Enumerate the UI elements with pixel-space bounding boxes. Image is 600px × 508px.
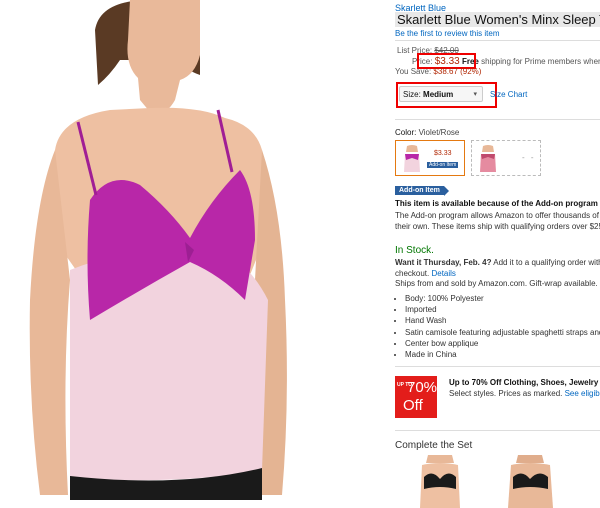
promo-logo[interactable]: UP TO 70% Off: [395, 376, 437, 418]
product-image[interactable]: [0, 0, 305, 500]
swatch-price: $3.33: [434, 150, 452, 157]
addon-heading: This item is available because of the Ad…: [395, 199, 598, 208]
swatch-unavailable: - -: [522, 153, 536, 162]
addon-item-badge: Add-on Item: [395, 186, 449, 196]
complete-set-title: Complete the Set: [395, 440, 473, 451]
ships-from: Ships from and sold by Amazon.com. Gift-…: [395, 279, 598, 288]
feature-item: Body: 100% Polyester: [405, 293, 600, 304]
promo-heading[interactable]: Up to 70% Off Clothing, Shoes, Jewelry &…: [449, 378, 600, 387]
delivery-info: Want it Thursday, Feb. 4? Add it to a qu…: [395, 257, 600, 279]
complete-set-item-2[interactable]: [508, 455, 553, 508]
size-label: Size:: [403, 90, 421, 99]
divider: [395, 430, 600, 431]
divider: [395, 40, 600, 41]
promo-logo-percent: 70%: [407, 379, 438, 396]
swatch-thumbnail: [478, 144, 498, 173]
feature-item: Imported: [405, 304, 600, 315]
feature-item: Satin camisole featuring adjustable spag…: [405, 327, 600, 338]
swatch-thumbnail: [401, 144, 423, 173]
color-label: Color:: [395, 128, 417, 137]
delivery-details-link[interactable]: Details: [431, 269, 455, 278]
dropdown-arrow-icon: ▾: [473, 91, 477, 98]
shipping-text: shipping for Prime members when b: [481, 57, 600, 66]
feature-item: Hand Wash: [405, 315, 600, 326]
checkout-text: checkout.: [395, 269, 432, 278]
divider: [395, 366, 600, 367]
size-chart-link[interactable]: Size Chart: [490, 90, 527, 99]
feature-item: Center bow applique: [405, 338, 600, 349]
color-swatch-alt[interactable]: - -: [471, 140, 541, 176]
complete-set-item-1[interactable]: [420, 455, 460, 508]
promo-logo-off: Off: [403, 397, 423, 414]
feature-item: Made in China: [405, 349, 600, 360]
color-row: Color: Violet/Rose: [395, 128, 459, 137]
product-title: Skarlett Blue Women's Minx Sleep Top: [395, 12, 600, 27]
delivery-date: Want it Thursday, Feb. 4?: [395, 258, 492, 267]
promo-eligible-link[interactable]: See eligible: [565, 389, 600, 398]
you-save-label: You Save:: [395, 67, 432, 76]
feature-bullets: Body: 100% Polyester Imported Hand Wash …: [395, 293, 600, 360]
addon-line-2: their own. These items ship with qualify…: [395, 221, 600, 232]
you-save-value: $38.67 (92%): [433, 67, 482, 76]
addon-line-1: The Add-on program allows Amazon to offe…: [395, 211, 600, 220]
promo-sub-text: Select styles. Prices as marked.: [449, 389, 565, 398]
color-value: Violet/Rose: [418, 128, 460, 137]
review-link[interactable]: Be the first to review this item: [395, 29, 499, 38]
addon-description: The Add-on program allows Amazon to offe…: [395, 210, 600, 232]
addon-line-2-text: their own. These items ship with qualify…: [395, 222, 600, 231]
swatch-addon-badge: Add-on Item: [427, 162, 459, 168]
you-save-row: You Save: $38.67 (92%): [395, 67, 481, 76]
delivery-text: Add it to a qualifying order within: [491, 258, 600, 267]
size-selected-value: Medium: [423, 90, 454, 99]
size-dropdown[interactable]: Size: Medium ▾: [399, 86, 483, 102]
color-swatch-violet-rose[interactable]: $3.33 Add-on Item: [395, 140, 465, 176]
promo-subtext: Select styles. Prices as marked. See eli…: [449, 389, 600, 398]
stock-status: In Stock.: [395, 245, 434, 256]
divider: [395, 119, 600, 120]
